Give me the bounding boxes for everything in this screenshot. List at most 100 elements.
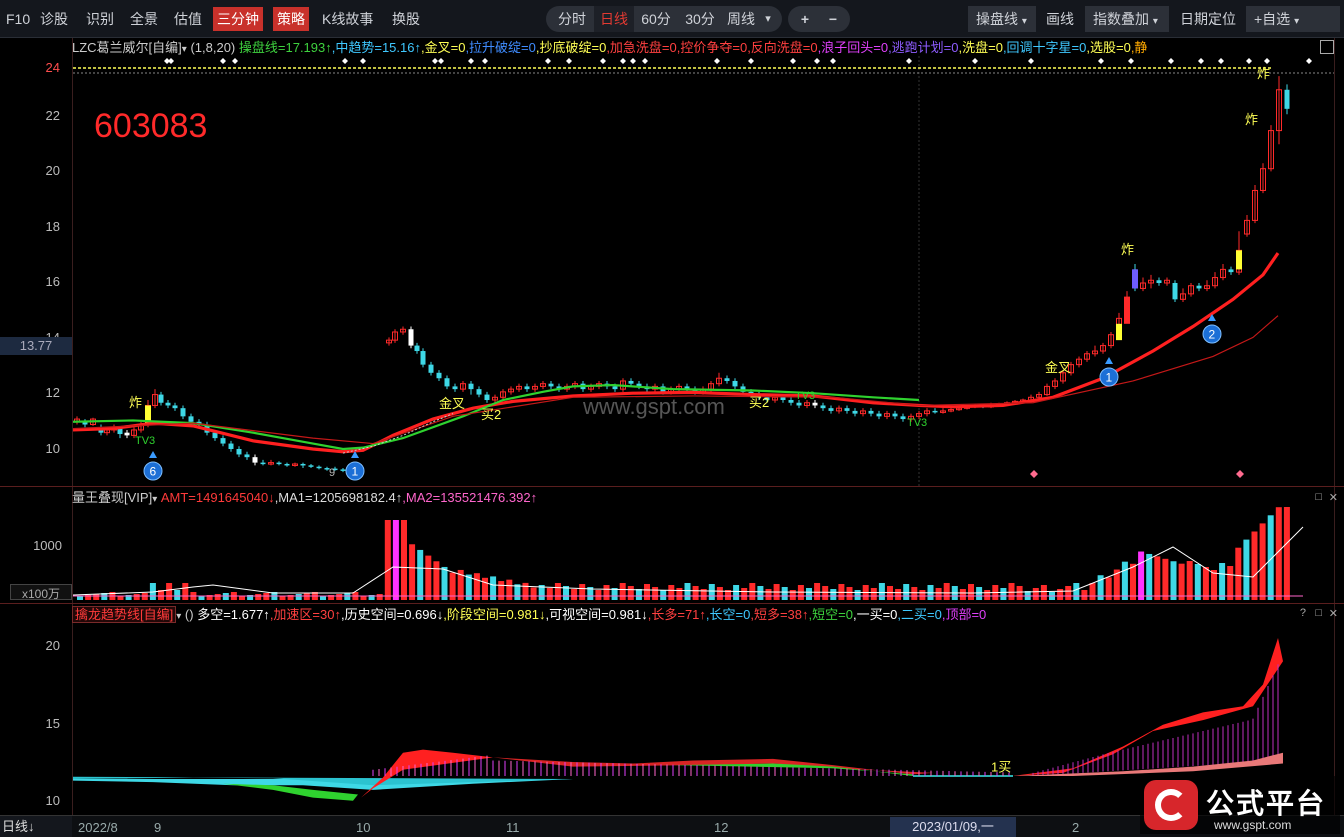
volume-indicator-header: 量王叠现[VIP]▾ AMT=1491645040↓,MA1=120569818… xyxy=(72,488,1272,508)
volume-bar xyxy=(360,596,367,600)
pink-diamond-icon xyxy=(1030,470,1038,478)
period-30min[interactable]: 30分 xyxy=(680,6,720,32)
signal-number: 1 xyxy=(352,465,359,479)
volume-bar xyxy=(959,589,966,600)
close-icon[interactable]: ✕ xyxy=(1329,607,1338,620)
main-indicator-value: ,反向洗盘=0 xyxy=(747,40,818,55)
tag-tv3: TV3 xyxy=(795,390,815,402)
period-weekly[interactable]: 周线 xyxy=(724,6,758,32)
help-icon[interactable]: ? xyxy=(1300,607,1306,619)
y-axis-label: 16 xyxy=(45,274,60,289)
candle-body xyxy=(900,416,906,420)
volume-bar xyxy=(530,587,537,600)
volume-bar xyxy=(733,585,740,600)
tag-zha: 炸 xyxy=(1257,66,1270,81)
volume-bar xyxy=(846,587,853,600)
candle-body xyxy=(732,380,738,387)
trend-buy-label: 1买 xyxy=(991,759,1011,774)
top-diamond-icon xyxy=(545,58,551,64)
toolbar-item-panorama[interactable]: 全景 xyxy=(126,7,162,31)
tag-mai2: 买2 xyxy=(749,395,769,410)
volume-bar xyxy=(595,590,602,600)
top-diamond-icon xyxy=(630,58,636,64)
restore-icon[interactable]: □ xyxy=(1315,607,1322,619)
change-stock-button[interactable]: 换股 xyxy=(388,7,424,31)
logo-url: www.gspt.com xyxy=(1214,818,1292,832)
chevron-down-icon[interactable]: ▾ xyxy=(176,611,181,622)
toolbar-item-identify[interactable]: 识别 xyxy=(82,7,118,31)
three-minute-button[interactable]: 三分钟 xyxy=(213,7,263,31)
candle-body xyxy=(124,432,130,436)
restore-icon[interactable]: □ xyxy=(1315,491,1322,503)
trend-indicator-header: 擒龙趋势线[自编] ▾ () 多空=1.677↑,加速区=30↑,历史空间=0.6… xyxy=(72,605,1292,625)
trend-indicator-value: ,短空=0 xyxy=(808,607,853,622)
volume-bar xyxy=(627,586,634,600)
candle-body xyxy=(484,394,490,401)
date-label: 11 xyxy=(506,820,520,835)
volume-bar xyxy=(1186,561,1193,600)
period-intraday[interactable]: 分时 xyxy=(550,6,594,32)
candle-body xyxy=(444,378,450,387)
volume-bar xyxy=(652,587,659,600)
signal-number: 6 xyxy=(150,465,157,479)
candle-body xyxy=(724,378,730,381)
top-diamond-icon xyxy=(168,58,174,64)
volume-bar xyxy=(806,588,812,600)
trend-paren: () xyxy=(184,607,194,622)
chevron-down-icon[interactable]: ▾ xyxy=(152,494,157,505)
main-kline-chart[interactable]: 炸炸炸炸金叉金叉买2买2TV3TV3TV396 112 xyxy=(73,56,1334,486)
volume-bar xyxy=(684,583,691,600)
f10-button[interactable]: F10 xyxy=(2,7,34,31)
close-icon[interactable]: ✕ xyxy=(1329,491,1338,504)
candle-body xyxy=(844,408,850,411)
tag-mai2: 买2 xyxy=(481,407,501,422)
volume-bar xyxy=(1235,547,1242,600)
watchlist-dropdown[interactable]: +自选 ▾ xyxy=(1246,6,1340,32)
period-60min[interactable]: 60分 xyxy=(636,6,676,32)
date-locate-button[interactable]: 日期定位 xyxy=(1176,7,1240,31)
watchlist-label: +自选 xyxy=(1254,11,1291,27)
trend-indicator-value: ,长空=0 xyxy=(705,607,751,622)
draw-line-button[interactable]: 画线 xyxy=(1042,7,1078,31)
candle-body xyxy=(452,386,458,390)
volume-bar xyxy=(968,584,974,600)
maximize-icon[interactable] xyxy=(1320,40,1334,54)
toolbar-item-valuation[interactable]: 估值 xyxy=(170,7,206,31)
chevron-down-icon: ▾ xyxy=(1152,16,1158,27)
y-axis-label: 20 xyxy=(45,163,60,178)
chevron-down-icon[interactable]: ▾ xyxy=(182,44,187,55)
kline-story-button[interactable]: K线故事 xyxy=(318,7,377,31)
strategy-button[interactable]: 策略 xyxy=(273,7,309,31)
volume-bar xyxy=(409,544,416,600)
arrow-down-icon: ↓ xyxy=(28,819,35,834)
volume-chart[interactable] xyxy=(73,507,1334,603)
amt-value: AMT=1491645040↓ xyxy=(160,490,275,505)
volume-bar xyxy=(878,583,885,600)
volume-bar xyxy=(554,583,561,600)
toolbar-item-diagnose[interactable]: 诊股 xyxy=(36,7,72,31)
zoom-in-button[interactable]: + xyxy=(794,6,816,32)
volume-bar xyxy=(1040,585,1047,600)
volume-bar xyxy=(1178,563,1185,600)
period-daily[interactable]: 日线 xyxy=(594,6,634,32)
volume-bar xyxy=(781,587,788,600)
main-indicator-value: ,静 xyxy=(1130,40,1148,55)
operate-line-dropdown[interactable]: 操盘线 ▾ xyxy=(968,6,1036,32)
volume-bar xyxy=(1089,583,1096,600)
volume-bar xyxy=(1146,553,1153,600)
trend-indicator-name[interactable]: 擒龙趋势线[自编] xyxy=(72,606,177,623)
period-dropdown-icon[interactable]: ▾ xyxy=(760,6,776,32)
candle-body xyxy=(820,405,826,409)
tag-zha: 炸 xyxy=(1245,112,1258,127)
main-indicator-name[interactable]: LZC葛兰威尔[自编] xyxy=(72,40,182,55)
candle-body xyxy=(284,463,290,466)
panel-separator xyxy=(0,486,1344,487)
signal-number: 1 xyxy=(1106,371,1113,385)
zoom-out-button[interactable]: − xyxy=(822,6,844,32)
period-selector[interactable]: 日线↓ xyxy=(0,816,72,837)
volume-bar xyxy=(935,588,942,600)
volume-indicator-name[interactable]: 量王叠现[VIP] xyxy=(72,490,152,505)
candle-body xyxy=(1196,285,1202,289)
index-overlay-dropdown[interactable]: 指数叠加 ▾ xyxy=(1085,6,1169,32)
tag-zha: 炸 xyxy=(1121,242,1134,257)
